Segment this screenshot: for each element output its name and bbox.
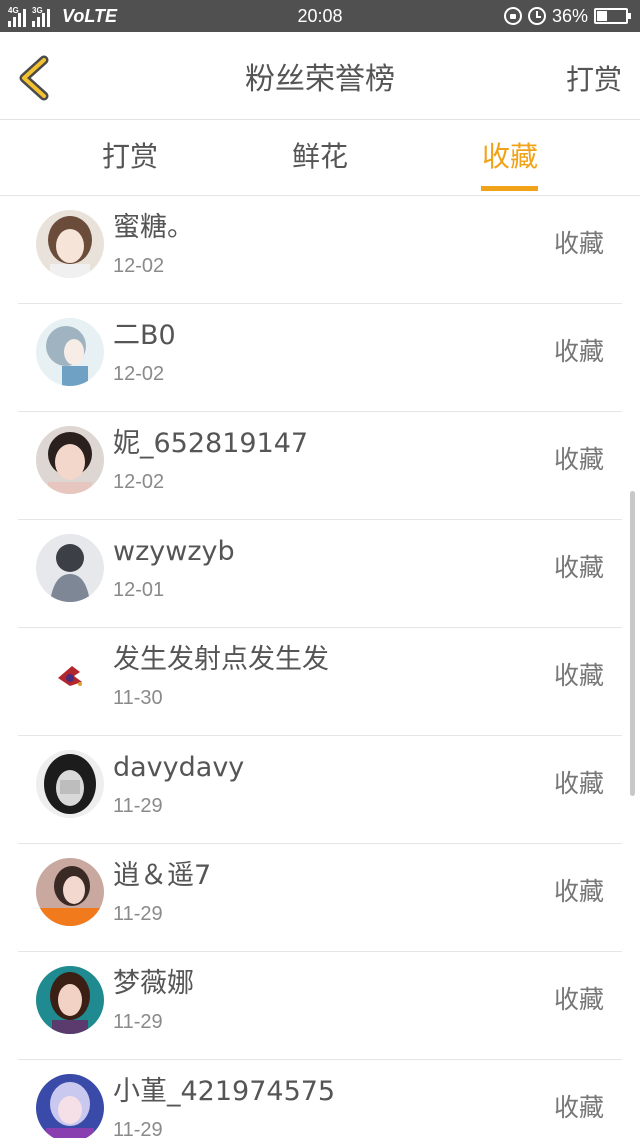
favorite-label: 收藏: [553, 985, 604, 1014]
user-date: 11-29: [113, 1119, 163, 1138]
user-date: 12-02: [113, 363, 165, 385]
user-name: 二B0: [113, 320, 176, 351]
favorite-label: 收藏: [553, 661, 604, 690]
favorite-label: 收藏: [553, 229, 604, 258]
alarm-icon: [527, 7, 546, 25]
user-name: 妮_652819147: [113, 428, 309, 459]
tab-bar: 打赏 鲜花 收藏: [0, 121, 640, 196]
tab-flowers[interactable]: 鲜花: [255, 137, 385, 177]
avatar: [36, 642, 104, 710]
list-item[interactable]: wzywzyb 12-01 收藏: [18, 520, 622, 628]
reward-button[interactable]: 打赏: [566, 60, 622, 100]
avatar: [36, 534, 104, 602]
scrollbar[interactable]: [630, 491, 635, 796]
avatar: [36, 318, 104, 386]
battery-percent: 36%: [551, 5, 588, 26]
user-date: 11-29: [113, 903, 163, 925]
avatar: [36, 426, 104, 494]
favorite-label: 收藏: [553, 769, 604, 798]
user-date: 11-30: [113, 687, 163, 709]
page-title: 粉丝荣誉榜: [245, 62, 395, 97]
user-date: 12-02: [113, 471, 165, 493]
user-name: wzywzyb: [113, 536, 235, 567]
app-header: 粉丝荣誉榜 打赏: [0, 32, 640, 120]
avatar: [36, 966, 104, 1034]
user-name: 梦薇娜: [113, 968, 194, 999]
tab-reward[interactable]: 打赏: [65, 137, 195, 177]
tab-active-indicator: [481, 186, 538, 191]
list-item[interactable]: 逍＆遥7 11-29 收藏: [18, 844, 622, 952]
favorite-label: 收藏: [553, 553, 604, 582]
list-item[interactable]: 梦薇娜 11-29 收藏: [18, 952, 622, 1060]
user-name: 发生发射点发生发: [113, 644, 329, 675]
user-date: 11-29: [113, 1011, 163, 1033]
list-item[interactable]: 小堇_421974575 11-29 收藏: [18, 1060, 622, 1138]
user-name: davydavy: [113, 752, 245, 783]
user-date: 12-01: [113, 579, 165, 601]
user-date: 11-29: [113, 795, 163, 817]
user-name: 小堇_421974575: [113, 1076, 336, 1107]
avatar: [36, 1074, 104, 1138]
favorite-label: 收藏: [553, 1093, 604, 1122]
status-bar: 4G 3G VoLTE 20:08 36%: [0, 0, 640, 32]
battery-icon: [594, 8, 631, 24]
list-item[interactable]: 妮_652819147 12-02 收藏: [18, 412, 622, 520]
fan-list[interactable]: 蜜糖。 12-02 收藏 二B0 12-02 收藏 妮_652819147 12…: [0, 196, 640, 1138]
user-name: 逍＆遥7: [113, 860, 212, 891]
list-item[interactable]: 二B0 12-02 收藏: [18, 304, 622, 412]
list-item[interactable]: davydavy 11-29 收藏: [18, 736, 622, 844]
favorite-label: 收藏: [553, 877, 604, 906]
avatar: [36, 210, 104, 278]
avatar: [36, 750, 104, 818]
user-date: 12-02: [113, 255, 165, 277]
status-right: 36%: [503, 5, 631, 27]
user-name: 蜜糖。: [113, 212, 194, 243]
tab-favorites[interactable]: 收藏: [445, 137, 575, 177]
favorite-label: 收藏: [553, 337, 604, 366]
avatar: [36, 858, 104, 926]
rotation-lock-icon: [503, 7, 522, 25]
list-item[interactable]: 蜜糖。 12-02 收藏: [18, 196, 622, 304]
list-item[interactable]: 发生发射点发生发 11-30 收藏: [18, 628, 622, 736]
favorite-label: 收藏: [553, 445, 604, 474]
